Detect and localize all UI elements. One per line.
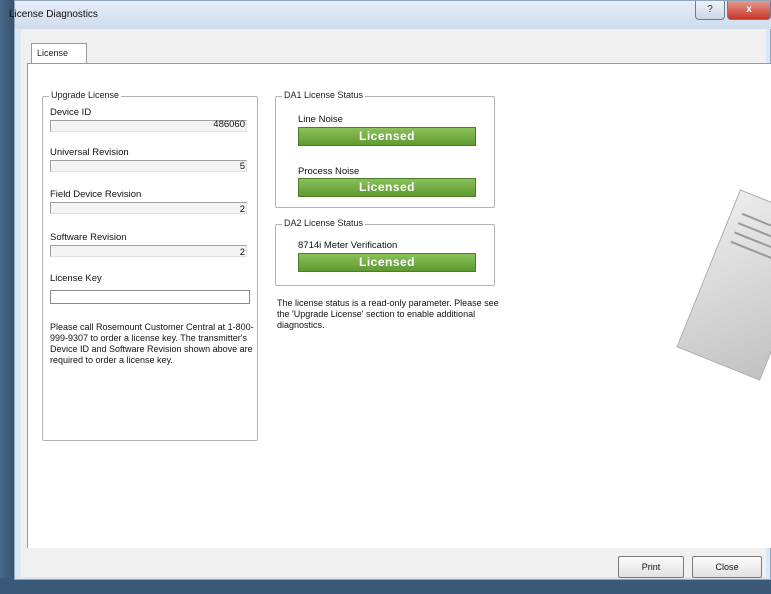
license-key-label: License Key: [50, 273, 102, 284]
field-device-revision-label: Field Device Revision: [50, 189, 142, 200]
device-id-label: Device ID: [50, 107, 92, 118]
software-revision-label: Software Revision: [50, 232, 127, 243]
da2-license-status-group: DA2 License Status 8714i Meter Verificat…: [275, 218, 495, 286]
title-bar[interactable]: License Diagnostics ? x: [9, 1, 771, 29]
window-title: License Diagnostics: [9, 9, 98, 20]
line-noise-label: Line Noise: [298, 114, 343, 125]
meter-verification-label: 8714i Meter Verification: [298, 240, 398, 251]
close-button[interactable]: Close: [692, 556, 762, 578]
dialog-client-area: License Upgrade License Device ID 486060…: [21, 29, 771, 578]
help-button[interactable]: ?: [695, 1, 725, 20]
meter-verification-status-badge: Licensed: [298, 253, 476, 272]
process-noise-label: Process Noise: [298, 166, 360, 177]
upgrade-license-legend: Upgrade License: [49, 90, 122, 100]
da2-legend: DA2 License Status: [282, 218, 366, 228]
license-tab-panel: Upgrade License Device ID 486060 Univers…: [27, 63, 771, 548]
license-diagnostics-window: License Diagnostics ? x License Upgrade …: [9, 0, 771, 580]
license-key-instructions: Please call Rosemount Customer Central a…: [50, 322, 254, 365]
line-noise-status-badge: Licensed: [298, 127, 476, 146]
field-device-revision-value: 2: [239, 204, 245, 215]
license-key-input[interactable]: [50, 290, 250, 304]
universal-revision-label: Universal Revision: [50, 147, 129, 158]
da1-legend: DA1 License Status: [282, 90, 366, 100]
desktop-taskbar-strip: [0, 578, 771, 594]
universal-revision-value: 5: [239, 161, 245, 172]
device-id-value: 486060: [213, 119, 245, 130]
desktop-background: [0, 0, 14, 594]
license-status-note: The license status is a read-only parame…: [277, 298, 499, 330]
tab-license[interactable]: License: [31, 43, 87, 63]
software-revision-value: 2: [239, 247, 245, 258]
window-close-button[interactable]: x: [727, 1, 771, 20]
process-noise-status-badge: Licensed: [298, 178, 476, 197]
da1-license-status-group: DA1 License Status Line Noise Licensed P…: [275, 90, 495, 208]
print-button[interactable]: Print: [618, 556, 684, 578]
upgrade-license-group: Upgrade License Device ID 486060 Univers…: [42, 90, 258, 441]
